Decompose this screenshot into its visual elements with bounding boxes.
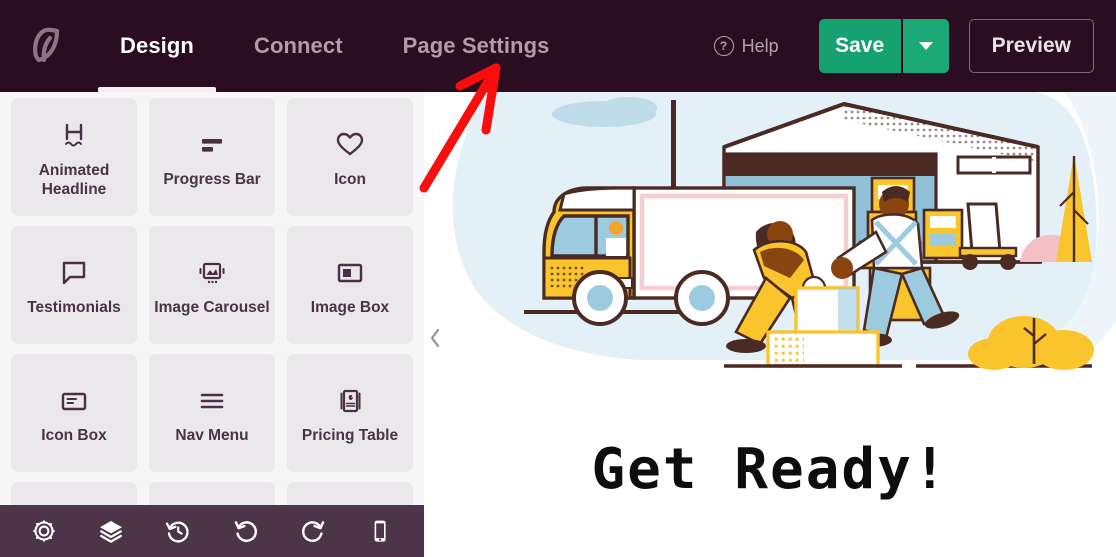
widget-image-box[interactable]: Image Box <box>287 226 413 344</box>
tab-page-settings[interactable]: Page Settings <box>373 0 580 92</box>
undo-button[interactable] <box>225 510 267 552</box>
gear-icon <box>31 518 57 544</box>
mobile-preview-button[interactable] <box>359 510 401 552</box>
widget-icon[interactable]: Icon <box>287 98 413 216</box>
help-button[interactable]: ? Help <box>704 30 789 63</box>
history-icon <box>165 518 191 544</box>
mobile-device-icon <box>367 518 393 544</box>
help-label: Help <box>741 35 779 56</box>
preview-label: Preview <box>991 34 1071 57</box>
widget-label: Testimonials <box>27 299 121 317</box>
page-canvas[interactable]: Get Ready! <box>424 92 1116 557</box>
progress-bar-icon <box>197 124 227 166</box>
revision-history-button[interactable] <box>157 510 199 552</box>
hero-heading[interactable]: Get Ready! <box>424 437 1116 502</box>
collapse-sidebar-button[interactable] <box>424 316 446 360</box>
widget-icon-box[interactable]: Icon Box <box>11 354 137 472</box>
widget-label: Image Box <box>310 299 390 317</box>
widget-label: Progress Bar <box>163 171 261 189</box>
layers-icon <box>98 518 124 544</box>
image-carousel-icon <box>197 252 227 294</box>
pricing-table-icon <box>335 380 365 422</box>
save-button-group: Save <box>818 19 949 73</box>
save-dropdown-button[interactable] <box>902 19 949 73</box>
widget-testimonials[interactable]: Testimonials <box>11 226 137 344</box>
widget-progress-bar[interactable]: Progress Bar <box>149 98 275 216</box>
warehouse-delivery-illustration <box>424 92 1116 372</box>
redo-icon <box>300 518 326 544</box>
main-nav-tabs: Design Connect Page Settings <box>90 0 579 92</box>
widget-label: Icon Box <box>41 427 107 445</box>
layers-button[interactable] <box>90 510 132 552</box>
chevron-left-icon <box>428 327 442 349</box>
chevron-down-icon <box>918 42 933 50</box>
widget-label: Nav Menu <box>175 427 249 445</box>
animated-headline-icon <box>59 115 89 157</box>
image-box-icon <box>335 252 365 294</box>
settings-button[interactable] <box>23 510 65 552</box>
widget-animated-headline[interactable]: Animated Headline <box>11 98 137 216</box>
hamburger-menu-icon <box>197 380 227 422</box>
tab-connect[interactable]: Connect <box>224 0 373 92</box>
heart-icon <box>335 124 365 166</box>
header-actions: ? Help Save Preview <box>704 19 1116 73</box>
widget-label: Pricing Table <box>301 427 399 445</box>
icon-box-icon <box>59 380 89 422</box>
tab-connect-label: Connect <box>253 33 343 58</box>
tab-page-settings-label: Page Settings <box>402 33 550 58</box>
widget-nav-menu[interactable]: Nav Menu <box>149 354 275 472</box>
widget-label: Icon <box>334 171 366 189</box>
undo-icon <box>233 518 259 544</box>
redo-button[interactable] <box>292 510 334 552</box>
tab-design-label: Design <box>120 33 194 58</box>
editor-bottom-toolbar <box>0 505 424 557</box>
save-label: Save <box>835 34 885 57</box>
speech-bubble-icon <box>59 252 89 294</box>
widget-image-carousel[interactable]: Image Carousel <box>149 226 275 344</box>
app-root: Design Connect Page Settings ? Help Save <box>0 0 1116 557</box>
widget-grid: Animated Headline Progress Bar Icon Test… <box>0 92 424 557</box>
widget-pricing-table[interactable]: Pricing Table <box>287 354 413 472</box>
widget-label: Image Carousel <box>154 299 270 317</box>
save-button[interactable]: Save <box>818 19 901 73</box>
save-divider <box>900 19 903 73</box>
tab-design[interactable]: Design <box>90 0 224 92</box>
question-circle-icon: ? <box>713 36 734 56</box>
app-logo[interactable] <box>0 0 90 92</box>
preview-button[interactable]: Preview <box>968 19 1094 73</box>
leaf-logo-icon <box>23 24 67 68</box>
top-header-bar: Design Connect Page Settings ? Help Save <box>0 0 1116 92</box>
widget-label: Animated Headline <box>38 161 110 198</box>
widgets-sidebar: Animated Headline Progress Bar Icon Test… <box>0 92 424 557</box>
